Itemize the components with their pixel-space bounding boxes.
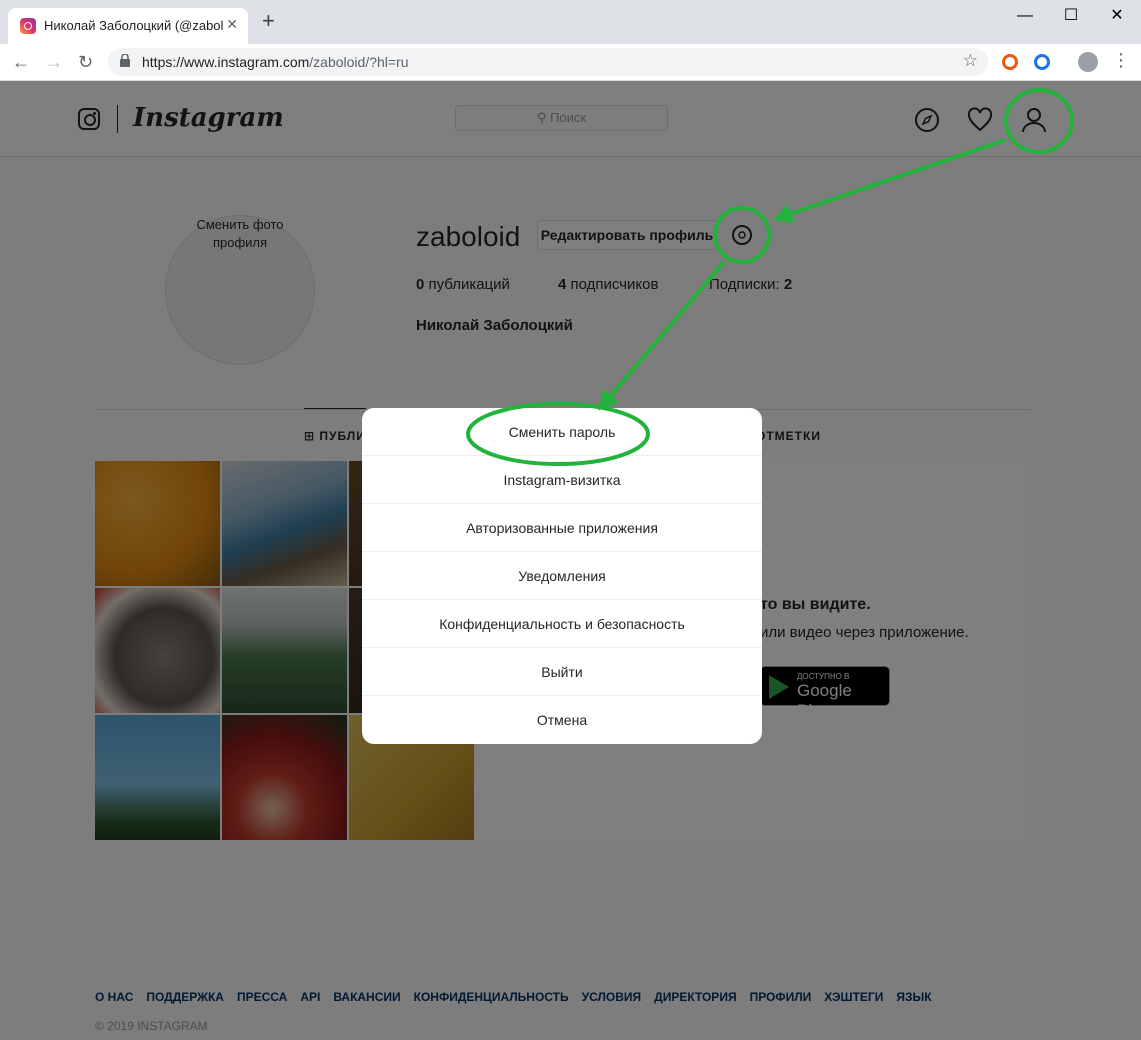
browser-menu-icon[interactable]: ⋮ xyxy=(1112,50,1130,71)
privacy-security-button[interactable]: Конфиденциальность и безопасность xyxy=(362,600,762,648)
tab-close-icon[interactable]: ✕ xyxy=(226,16,238,33)
settings-menu: Сменить пароль Instagram-визитка Авториз… xyxy=(362,408,762,744)
account-avatar-icon[interactable] xyxy=(1078,52,1098,72)
nametag-button[interactable]: Instagram-визитка xyxy=(362,456,762,504)
back-arrow-icon[interactable]: ← xyxy=(12,50,30,74)
browser-tab[interactable]: Николай Заболоцкий (@zaboloid) ✕ xyxy=(8,8,248,44)
instagram-page: Instagram ⚲ Поиск Сменить фото профиля z… xyxy=(0,81,1141,1040)
forward-arrow-icon[interactable]: → xyxy=(45,50,63,74)
lock-icon xyxy=(120,54,130,67)
bookmark-star-icon[interactable]: ☆ xyxy=(963,51,978,71)
maximize-button[interactable]: ☐ xyxy=(1048,4,1094,28)
minimize-button[interactable]: — xyxy=(1002,4,1048,28)
change-password-button[interactable]: Сменить пароль xyxy=(362,408,762,456)
tab-title: Николай Заболоцкий (@zaboloid) xyxy=(44,18,224,33)
extension-red-icon[interactable] xyxy=(1002,54,1018,70)
instagram-favicon-icon xyxy=(20,18,36,34)
browser-toolbar: ← → ↻ https://www.instagram.com/zaboloid… xyxy=(0,44,1141,81)
window-close-button[interactable]: ✕ xyxy=(1094,4,1140,28)
new-tab-button[interactable]: + xyxy=(262,10,275,32)
extension-blue-icon[interactable] xyxy=(1034,54,1050,70)
address-bar[interactable]: https://www.instagram.com/zaboloid/?hl=r… xyxy=(108,48,988,76)
notifications-button[interactable]: Уведомления xyxy=(362,552,762,600)
cancel-button[interactable]: Отмена xyxy=(362,696,762,744)
authorized-apps-button[interactable]: Авторизованные приложения xyxy=(362,504,762,552)
logout-button[interactable]: Выйти xyxy=(362,648,762,696)
url-text: https://www.instagram.com/zaboloid/?hl=r… xyxy=(142,54,409,70)
browser-titlebar: Николай Заболоцкий (@zaboloid) ✕ + — ☐ ✕ xyxy=(0,0,1141,44)
reload-icon[interactable]: ↻ xyxy=(78,50,93,74)
